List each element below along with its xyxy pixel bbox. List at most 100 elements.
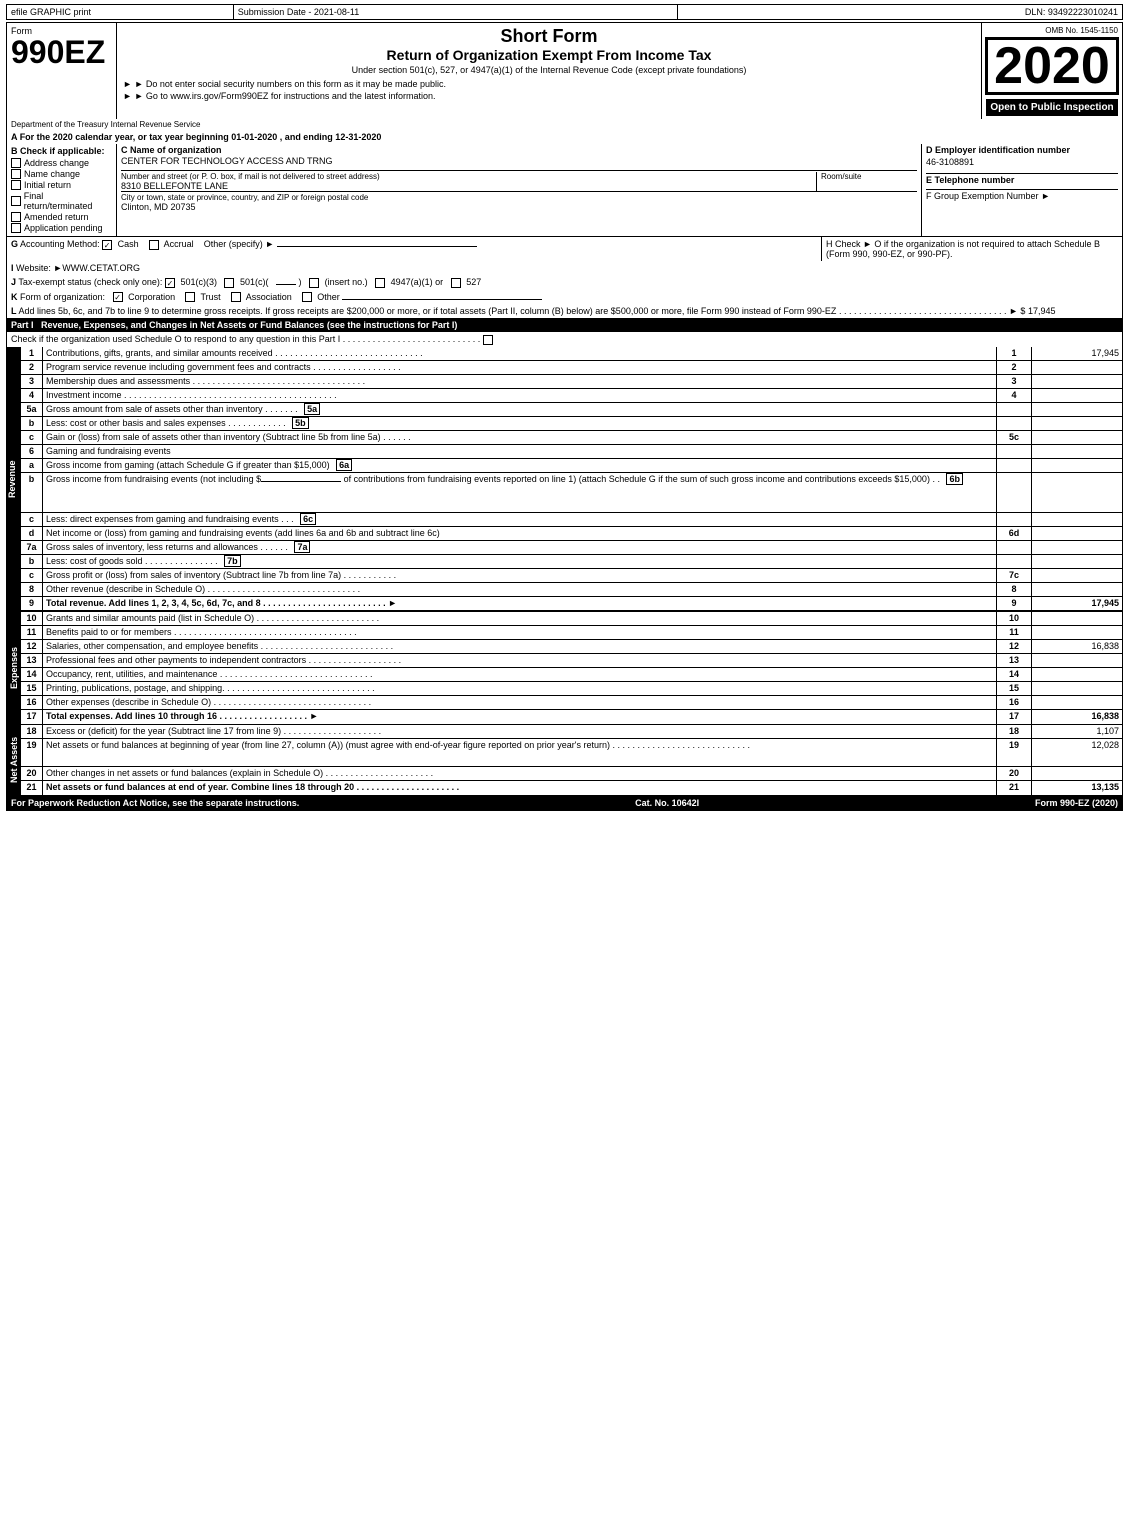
line-18-amount: 1,107 — [1032, 725, 1122, 738]
line-1-ref: 1 — [997, 347, 1032, 360]
line-3-amount — [1032, 375, 1122, 388]
line-5c-num: c — [21, 431, 43, 444]
name-change-checkbox[interactable] — [11, 169, 21, 179]
application-pending-row: Application pending — [11, 223, 112, 233]
line-5b-ref-empty — [997, 417, 1032, 430]
insert-no-checkbox[interactable] — [309, 278, 319, 288]
l-amount: 17,945 — [1028, 306, 1056, 316]
line-2-num: 2 — [21, 361, 43, 374]
line-10-row: 10 Grants and similar amounts paid (list… — [21, 612, 1122, 626]
line-5b-amount — [1032, 417, 1122, 430]
line-6-num: 6 — [21, 445, 43, 458]
line-18-num: 18 — [21, 725, 43, 738]
header-center: Short Form Return of Organization Exempt… — [117, 23, 982, 119]
corp-checkbox[interactable] — [113, 292, 123, 302]
expense-rows: 10 Grants and similar amounts paid (list… — [21, 612, 1122, 724]
line-7a-amount — [1032, 541, 1122, 554]
city-label: City or town, state or province, country… — [121, 193, 917, 202]
line-13-num: 13 — [21, 654, 43, 667]
accrual-checkbox[interactable] — [149, 240, 159, 250]
line-12-num: 12 — [21, 640, 43, 653]
line-6a-amount — [1032, 459, 1122, 472]
line-18-row: 18 Excess or (deficit) for the year (Sub… — [21, 725, 1122, 739]
line-15-row: 15 Printing, publications, postage, and … — [21, 682, 1122, 696]
final-return-checkbox[interactable] — [11, 196, 21, 206]
line-5c-amount — [1032, 431, 1122, 444]
line-6b-amount — [1032, 473, 1122, 512]
line-17-row: 17 Total expenses. Add lines 10 through … — [21, 710, 1122, 724]
6a-ref-inline: 6a — [336, 459, 352, 471]
line-6c-desc: Less: direct expenses from gaming and fu… — [43, 513, 997, 526]
line-5a-row: 5a Gross amount from sale of assets othe… — [21, 403, 1122, 417]
501c3-label: 501(c)(3) — [180, 277, 217, 287]
other-k-label: Other — [317, 292, 340, 302]
line-20-ref: 20 — [997, 767, 1032, 780]
line-10-ref: 10 — [997, 612, 1032, 625]
initial-return-checkbox[interactable] — [11, 180, 21, 190]
cash-checkbox[interactable] — [102, 240, 112, 250]
form-number-area: Form 990EZ — [7, 23, 117, 119]
line-20-desc: Other changes in net assets or fund bala… — [43, 767, 997, 780]
omb-number: OMB No. 1545-1150 — [986, 26, 1118, 35]
city-value: Clinton, MD 20735 — [121, 202, 917, 212]
net-asset-rows: 18 Excess or (deficit) for the year (Sub… — [21, 725, 1122, 795]
application-pending-checkbox[interactable] — [11, 223, 21, 233]
part-i-title: Revenue, Expenses, and Changes in Net As… — [41, 320, 324, 330]
section-b-left: B Check if applicable: Address change Na… — [7, 144, 117, 236]
line-17-desc: Total expenses. Add lines 10 through 16 … — [43, 710, 997, 724]
trust-checkbox[interactable] — [185, 292, 195, 302]
assoc-checkbox[interactable] — [231, 292, 241, 302]
j-text: Tax-exempt status (check only one): — [18, 277, 162, 287]
section-a: A For the 2020 calendar year, or tax yea… — [6, 130, 1123, 144]
dln: DLN: 93492223010241 — [678, 5, 1122, 19]
schedule-o-checkbox[interactable] — [483, 335, 493, 345]
line-7b-amount — [1032, 555, 1122, 568]
line-7b-num: b — [21, 555, 43, 568]
ein: 46-3108891 — [926, 157, 1118, 167]
amended-return-checkbox[interactable] — [11, 212, 21, 222]
line-6-desc: Gaming and fundraising events — [43, 445, 997, 458]
line-16-amount — [1032, 696, 1122, 709]
line-6a-ref-empty — [997, 459, 1032, 472]
address-change-checkbox[interactable] — [11, 158, 21, 168]
501c-checkbox[interactable] — [224, 278, 234, 288]
6b-amount-input[interactable] — [261, 481, 341, 482]
footer-formref: Form 990-EZ (2020) — [1035, 798, 1118, 808]
line-8-row: 8 Other revenue (describe in Schedule O)… — [21, 583, 1122, 597]
6c-ref-inline: 6c — [300, 513, 316, 525]
line-12-row: 12 Salaries, other compensation, and emp… — [21, 640, 1122, 654]
501c3-checkbox[interactable] — [165, 278, 175, 288]
527-checkbox[interactable] — [451, 278, 461, 288]
other-k-checkbox[interactable] — [302, 292, 312, 302]
l-label: L — [11, 306, 17, 316]
arrow-icon: ► — [123, 79, 132, 89]
i-text: Website: ►WWW.CETAT.ORG — [16, 263, 140, 273]
insert-no-input[interactable] — [276, 284, 296, 285]
part-i-subtitle: (see the instructions for Part I) — [327, 320, 458, 330]
line-1-amount: 17,945 — [1032, 347, 1122, 360]
line-13-row: 13 Professional fees and other payments … — [21, 654, 1122, 668]
other-k-input[interactable] — [342, 299, 542, 300]
check-schedule-o: Check if the organization used Schedule … — [6, 332, 1123, 347]
line-4-ref: 4 — [997, 389, 1032, 402]
line-11-num: 11 — [21, 626, 43, 639]
expenses-label: Expenses — [7, 612, 21, 724]
insert-paren: ) — [299, 277, 302, 287]
k-text: Form of organization: — [20, 292, 105, 302]
year: 2020 — [985, 37, 1119, 95]
line-7a-num: 7a — [21, 541, 43, 554]
line-9-num: 9 — [21, 597, 43, 610]
line-17-num: 17 — [21, 710, 43, 724]
line-19-amount: 12,028 — [1032, 739, 1122, 766]
corp-label: Corporation — [128, 292, 175, 302]
section-j: J Tax-exempt status (check only one): 50… — [6, 275, 1123, 290]
d-label: D Employer identification number — [926, 145, 1118, 155]
4947-checkbox[interactable] — [375, 278, 385, 288]
line-6-ref — [997, 445, 1032, 458]
final-return-row: Final return/terminated — [11, 191, 112, 211]
line-10-amount — [1032, 612, 1122, 625]
section-b: B Check if applicable: Address change Na… — [6, 144, 1123, 237]
line-6-amount — [1032, 445, 1122, 458]
other-input[interactable] — [277, 246, 477, 247]
section-k: K Form of organization: Corporation Trus… — [6, 290, 1123, 305]
